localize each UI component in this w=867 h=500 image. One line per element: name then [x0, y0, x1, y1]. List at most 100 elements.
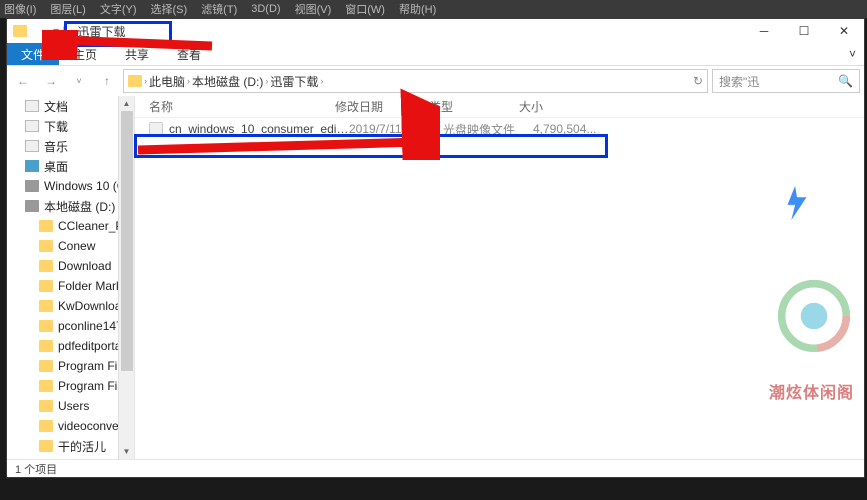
tree-item[interactable]: Windows 10 (C: [7, 176, 118, 196]
tree-item[interactable]: pdfeditportab: [7, 336, 118, 356]
tree-item[interactable]: Users: [7, 396, 118, 416]
folder-icon: [39, 440, 53, 452]
col-size[interactable]: 大小: [519, 98, 599, 115]
refresh-icon[interactable]: ↻: [693, 74, 703, 88]
file-type: 光盘映像文件: [443, 121, 533, 138]
tree-label: 本地磁盘 (D:): [44, 198, 115, 215]
breadcrumb-icon: [128, 75, 142, 87]
tree-label: 音乐: [44, 138, 68, 155]
col-type[interactable]: 类型: [429, 98, 519, 115]
tree-item[interactable]: 桌面: [7, 156, 118, 176]
tree-item[interactable]: pconline1478: [7, 316, 118, 336]
file-date: 2019/7/11 16:12: [349, 122, 443, 136]
breadcrumb-folder[interactable]: 迅雷下载: [270, 73, 318, 90]
nav-forward-button[interactable]: →: [39, 69, 63, 93]
chevron-right-icon[interactable]: ›: [265, 76, 268, 86]
menu-view[interactable]: 视图(V): [295, 1, 332, 17]
menu-layer[interactable]: 图层(L): [50, 1, 85, 17]
chevron-right-icon[interactable]: ›: [187, 76, 190, 86]
tree-item[interactable]: Conew: [7, 236, 118, 256]
doc-icon: [25, 100, 39, 112]
breadcrumb-drive[interactable]: 本地磁盘 (D:): [192, 73, 263, 90]
column-headers: 名称 修改日期 类型 大小: [135, 96, 864, 118]
file-size: 4,790,504...: [533, 122, 613, 136]
tab-view[interactable]: 查看: [163, 43, 215, 65]
col-name[interactable]: 名称: [135, 98, 335, 115]
tree-item[interactable]: 干的活儿: [7, 436, 118, 456]
folder-icon: [39, 320, 53, 332]
tree-item[interactable]: CCleaner_Pro: [7, 216, 118, 236]
titlebar: ▾ | 迅雷下载 ─ ☐ ✕: [7, 19, 864, 43]
menu-3d[interactable]: 3D(D): [251, 3, 280, 15]
tree-label: Windows 10 (C: [44, 179, 125, 193]
explorer-window: ▾ | 迅雷下载 ─ ☐ ✕ 文件 主页 共享 查看 ˅ ← → ˅ ↑ › 此…: [6, 18, 865, 478]
tree-item[interactable]: Program Files: [7, 376, 118, 396]
folder-icon: [39, 280, 53, 292]
tree-item[interactable]: 本地磁盘 (D:): [7, 196, 118, 216]
col-date[interactable]: 修改日期: [335, 98, 429, 115]
drive-icon: [25, 200, 39, 212]
tree-label: 干的活儿: [58, 438, 106, 455]
desk-icon: [25, 160, 39, 172]
watermark-logo-icon: [776, 278, 852, 354]
close-button[interactable]: ✕: [824, 19, 864, 43]
scroll-down-icon[interactable]: ▼: [119, 444, 134, 459]
breadcrumb-pc[interactable]: 此电脑: [149, 73, 185, 90]
tree-label: 桌面: [44, 158, 68, 175]
qat-dropdown-icon[interactable]: ▾ |: [53, 24, 65, 38]
folder-icon: [39, 420, 53, 432]
menu-select[interactable]: 选择(S): [151, 1, 188, 17]
scroll-thumb[interactable]: [121, 111, 133, 371]
folder-icon: [39, 240, 53, 252]
chevron-right-icon[interactable]: ›: [144, 76, 147, 86]
ribbon-tabs: 文件 主页 共享 查看 ˅: [7, 43, 864, 66]
tab-file[interactable]: 文件: [7, 43, 59, 65]
window-folder-icon: [13, 25, 27, 37]
folder-icon: [39, 220, 53, 232]
menu-filter[interactable]: 滤镜(T): [201, 1, 237, 17]
tree-item[interactable]: Folder Marker: [7, 276, 118, 296]
tab-home[interactable]: 主页: [59, 43, 111, 65]
nav-up-button[interactable]: ↑: [95, 69, 119, 93]
nav-history-button[interactable]: ˅: [67, 69, 91, 93]
address-bar-row: ← → ˅ ↑ › 此电脑 › 本地磁盘 (D:) › 迅雷下载 › ↻ 搜索"…: [7, 66, 864, 96]
tree-item[interactable]: videoconverte: [7, 416, 118, 436]
menu-window[interactable]: 窗口(W): [345, 1, 385, 17]
tree-label: 文档: [44, 98, 68, 115]
tree-item[interactable]: KwDownload: [7, 296, 118, 316]
tree-item[interactable]: 蓝奏云盘: [7, 456, 118, 459]
thunder-logo-icon: [778, 184, 816, 222]
nav-tree: 文档下载音乐桌面Windows 10 (C本地磁盘 (D:)CCleaner_P…: [7, 96, 135, 459]
tab-share[interactable]: 共享: [111, 43, 163, 65]
maximize-button[interactable]: ☐: [784, 19, 824, 43]
search-input[interactable]: 搜索"迅 🔍: [712, 69, 860, 93]
tree-label: 下载: [44, 118, 68, 135]
file-row[interactable]: cn_windows_10_consumer_editions_v... 201…: [135, 118, 864, 140]
tree-label: 蓝奏云盘: [58, 458, 106, 460]
tree-item[interactable]: 音乐: [7, 136, 118, 156]
search-icon[interactable]: 🔍: [838, 74, 853, 88]
file-list: 名称 修改日期 类型 大小 cn_windows_10_consumer_edi…: [135, 96, 864, 459]
iso-file-icon: [149, 122, 163, 136]
folder-icon: [39, 380, 53, 392]
menu-image[interactable]: 图像(I): [4, 1, 36, 17]
chevron-right-icon[interactable]: ›: [320, 76, 323, 86]
tree-label: Users: [58, 399, 89, 413]
minimize-button[interactable]: ─: [744, 19, 784, 43]
tree-item[interactable]: 下载: [7, 116, 118, 136]
tree-item[interactable]: Program Files: [7, 356, 118, 376]
nav-back-button[interactable]: ←: [11, 69, 35, 93]
scroll-up-icon[interactable]: ▲: [119, 96, 134, 111]
tree-item[interactable]: Download: [7, 256, 118, 276]
window-title: 迅雷下载: [71, 23, 125, 40]
status-count: 1 个项目: [15, 461, 57, 477]
menu-text[interactable]: 文字(Y): [100, 1, 137, 17]
nav-scrollbar[interactable]: ▲ ▼: [118, 96, 134, 459]
ribbon-toggle-icon[interactable]: ˅: [841, 43, 864, 65]
qat-icon[interactable]: [33, 24, 47, 38]
folder-icon: [39, 360, 53, 372]
tree-item[interactable]: 文档: [7, 96, 118, 116]
folder-icon: [39, 400, 53, 412]
address-bar[interactable]: › 此电脑 › 本地磁盘 (D:) › 迅雷下载 › ↻: [123, 69, 708, 93]
menu-help[interactable]: 帮助(H): [399, 1, 436, 17]
